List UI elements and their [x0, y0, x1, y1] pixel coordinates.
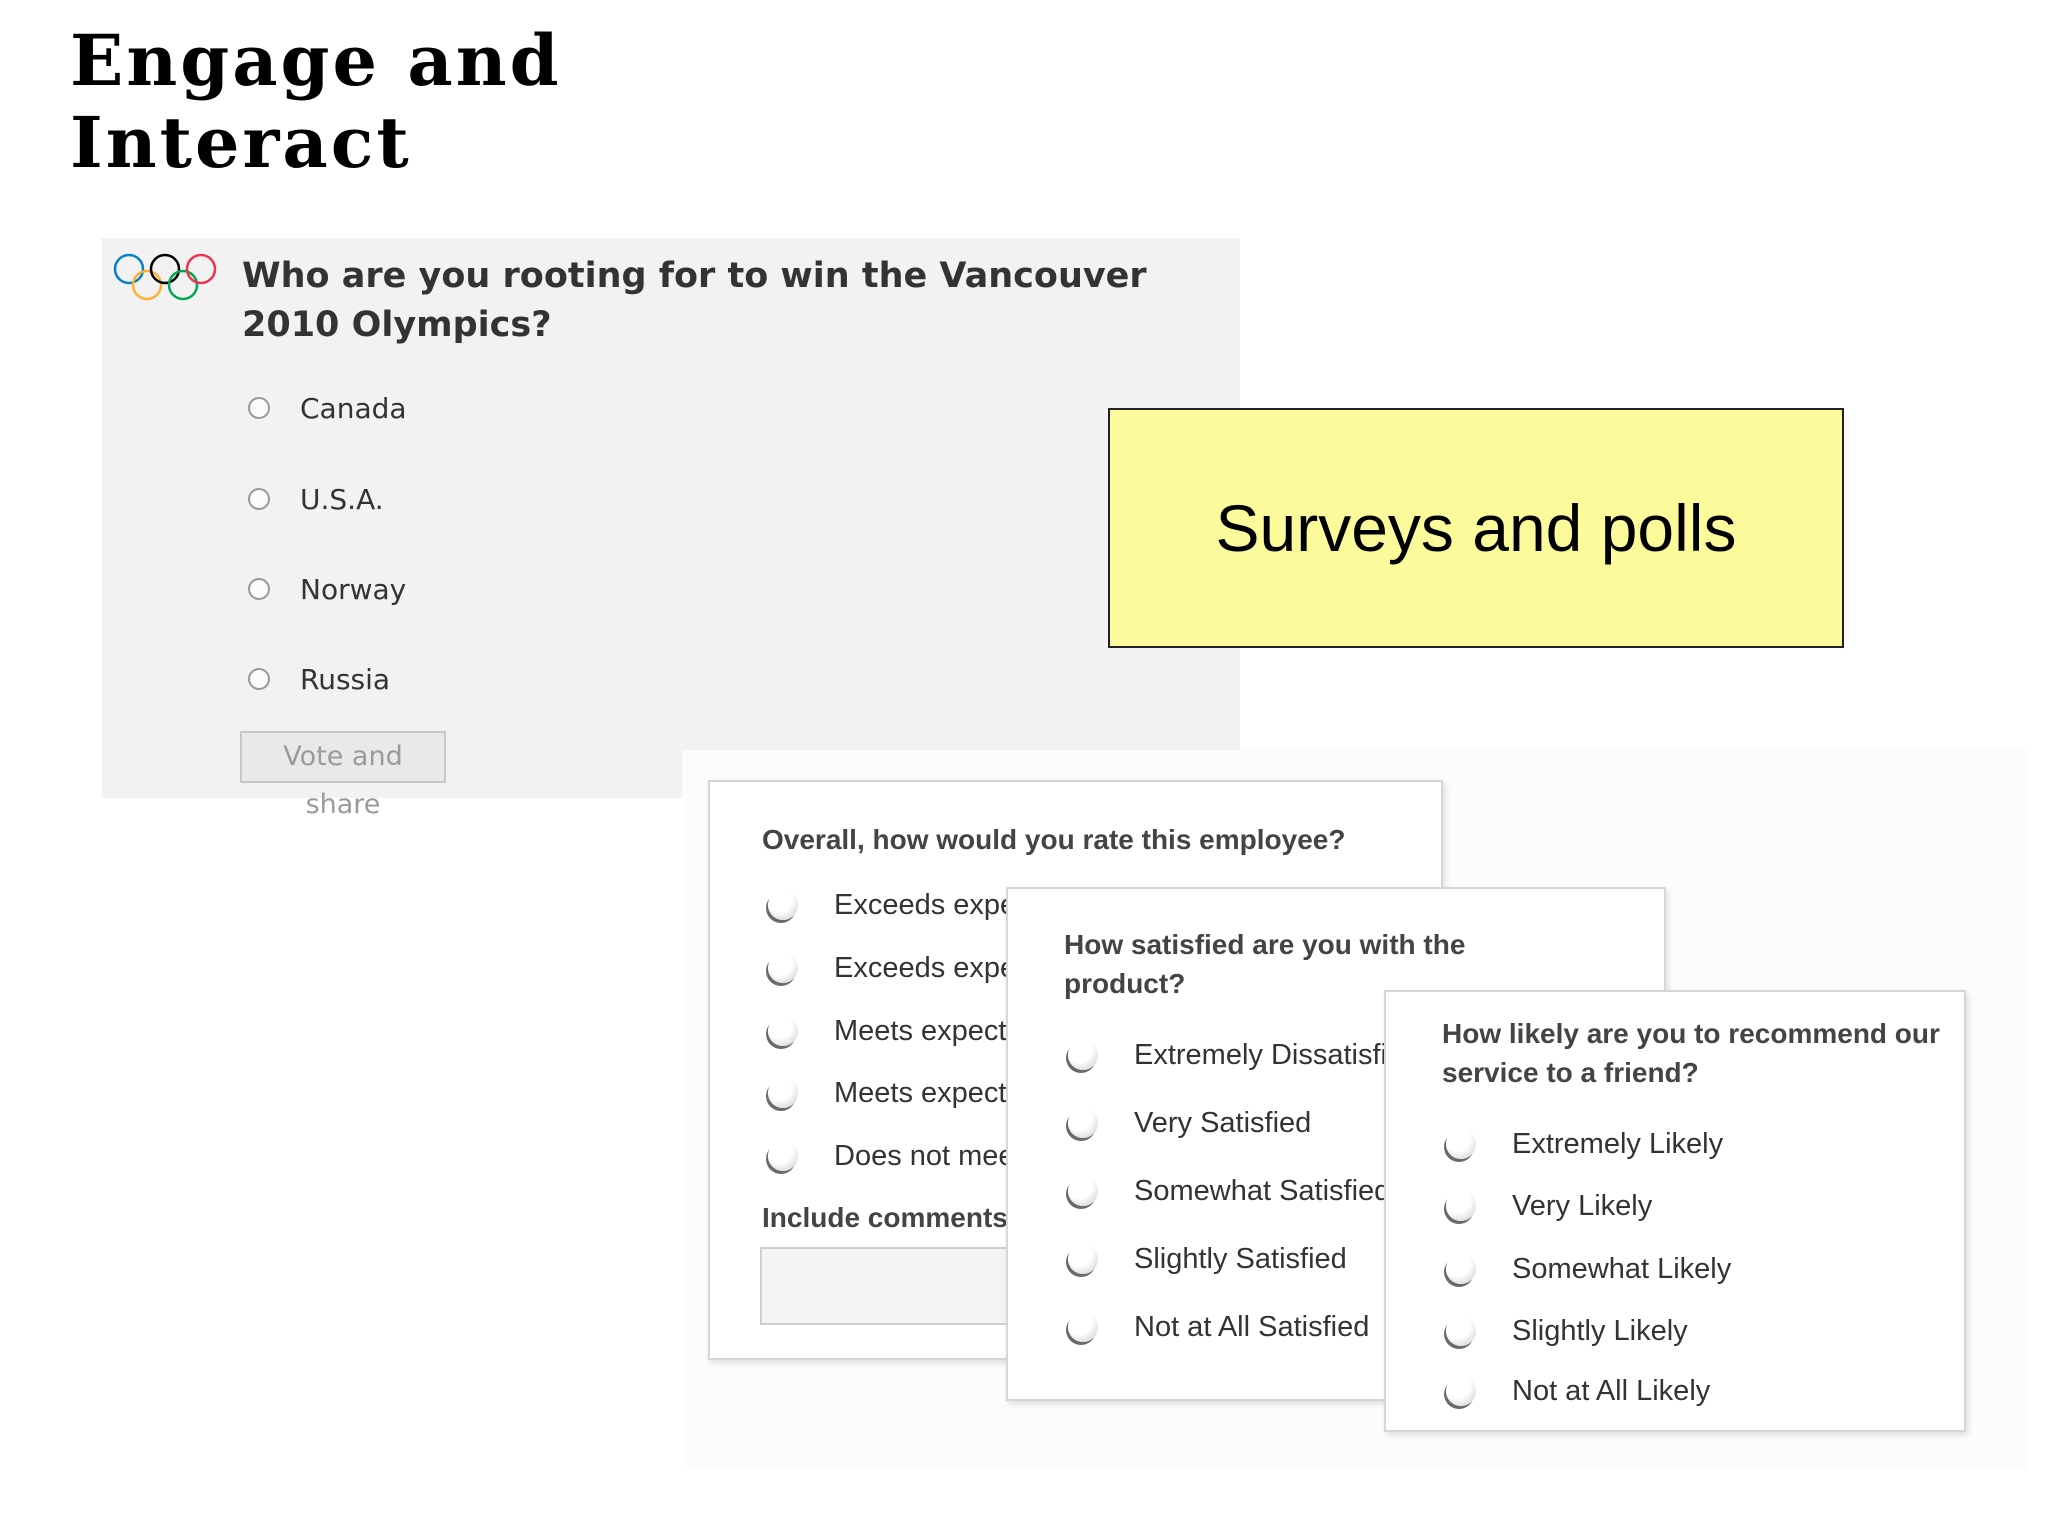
radio-button[interactable]: [768, 1016, 798, 1046]
radio-button[interactable]: [1068, 1040, 1098, 1070]
callout-text: Surveys and polls: [1215, 491, 1737, 565]
poll-option-label: Canada: [300, 391, 407, 425]
option-label: Extremely Dissatisfi: [1134, 1038, 1387, 1071]
ring-black: [149, 253, 181, 285]
recommend-option[interactable]: Very Likely: [1446, 1186, 1652, 1226]
employee-rating-option[interactable]: Does not mee: [768, 1136, 1015, 1176]
poll-question: Who are you rooting for to win the Vanco…: [242, 256, 1147, 345]
recommend-option[interactable]: Not at All Likely: [1446, 1371, 1710, 1411]
poll-option-usa[interactable]: U.S.A.: [248, 479, 384, 519]
poll-option-label: U.S.A.: [300, 482, 384, 516]
satisfaction-option[interactable]: Not at All Satisfied: [1068, 1307, 1369, 1347]
poll-option-norway[interactable]: Norway: [248, 569, 406, 609]
option-label: Very Satisfied: [1134, 1106, 1312, 1139]
poll-option-russia[interactable]: Russia: [248, 659, 390, 699]
recommend-card: How likely are you to recommend our serv…: [1384, 990, 1966, 1432]
satisfaction-option[interactable]: Very Satisfied: [1068, 1103, 1311, 1143]
option-label: Meets expecta: [834, 1076, 1023, 1109]
option-label: Somewhat Likely: [1512, 1252, 1732, 1285]
radio-button[interactable]: [768, 1141, 798, 1171]
slide-title-line-1: Engage and: [70, 19, 562, 102]
employee-rating-option[interactable]: Meets expecta: [768, 1011, 1023, 1051]
radio-button[interactable]: [1068, 1244, 1098, 1274]
recommend-option[interactable]: Extremely Likely: [1446, 1124, 1723, 1164]
option-label: Extremely Likely: [1512, 1127, 1724, 1160]
option-label: Slightly Satisfied: [1134, 1242, 1347, 1275]
employee-rating-question: Overall, how would you rate this employe…: [762, 824, 1346, 855]
recommend-option[interactable]: Slightly Likely: [1446, 1311, 1688, 1351]
ring-yellow: [131, 269, 163, 301]
satisfaction-option[interactable]: Slightly Satisfied: [1068, 1239, 1347, 1279]
surveys-callout: Surveys and polls: [1108, 408, 1844, 648]
option-label: Exceeds expe: [834, 888, 1017, 921]
radio-button[interactable]: [1446, 1129, 1476, 1159]
employee-rating-option[interactable]: Exceeds expe: [768, 885, 1016, 925]
olympic-rings-icon: [113, 253, 217, 301]
poll-option-label: Norway: [300, 572, 407, 606]
comments-label: Include comments: [762, 1202, 1008, 1233]
option-label: Very Likely: [1512, 1189, 1653, 1222]
employee-rating-option[interactable]: Meets expecta: [768, 1073, 1023, 1113]
radio-button[interactable]: [1446, 1191, 1476, 1221]
radio-button[interactable]: [248, 668, 270, 690]
radio-button[interactable]: [1068, 1312, 1098, 1342]
ring-green: [167, 269, 199, 301]
radio-button[interactable]: [1068, 1108, 1098, 1138]
recommend-question: How likely are you to recommend our serv…: [1442, 1018, 1940, 1088]
option-label: Not at All Satisfied: [1134, 1310, 1370, 1343]
option-label: Meets expecta: [834, 1014, 1023, 1047]
radio-button[interactable]: [248, 397, 270, 419]
vote-and-share-button[interactable]: Vote and share: [240, 731, 446, 820]
radio-button[interactable]: [248, 578, 270, 600]
radio-button[interactable]: [1068, 1176, 1098, 1206]
radio-button[interactable]: [248, 488, 270, 510]
satisfaction-option[interactable]: Extremely Dissatisfi: [1068, 1035, 1387, 1075]
ring-blue: [113, 253, 145, 285]
poll-option-label: Russia: [300, 662, 391, 696]
option-label: Not at All Likely: [1512, 1374, 1711, 1407]
option-label: Exceeds expe: [834, 951, 1017, 984]
satisfaction-option[interactable]: Somewhat Satisfied: [1068, 1171, 1390, 1211]
radio-button[interactable]: [1446, 1376, 1476, 1406]
option-label: Somewhat Satisfied: [1134, 1174, 1391, 1207]
slide-title: Engage and Interact: [70, 20, 562, 184]
option-label: Slightly Likely: [1512, 1314, 1688, 1347]
olympics-poll: Who are you rooting for to win the Vanco…: [102, 238, 1240, 820]
ring-red: [185, 253, 217, 285]
radio-button[interactable]: [1446, 1254, 1476, 1284]
radio-button[interactable]: [1446, 1316, 1476, 1346]
option-label: Does not mee: [834, 1139, 1015, 1172]
radio-button[interactable]: [768, 1078, 798, 1108]
radio-button[interactable]: [768, 890, 798, 920]
recommend-option[interactable]: Somewhat Likely: [1446, 1249, 1731, 1289]
employee-rating-option[interactable]: Exceeds expe: [768, 948, 1016, 988]
poll-option-canada[interactable]: Canada: [248, 388, 407, 428]
radio-button[interactable]: [768, 953, 798, 983]
slide-title-line-2: Interact: [70, 101, 412, 184]
